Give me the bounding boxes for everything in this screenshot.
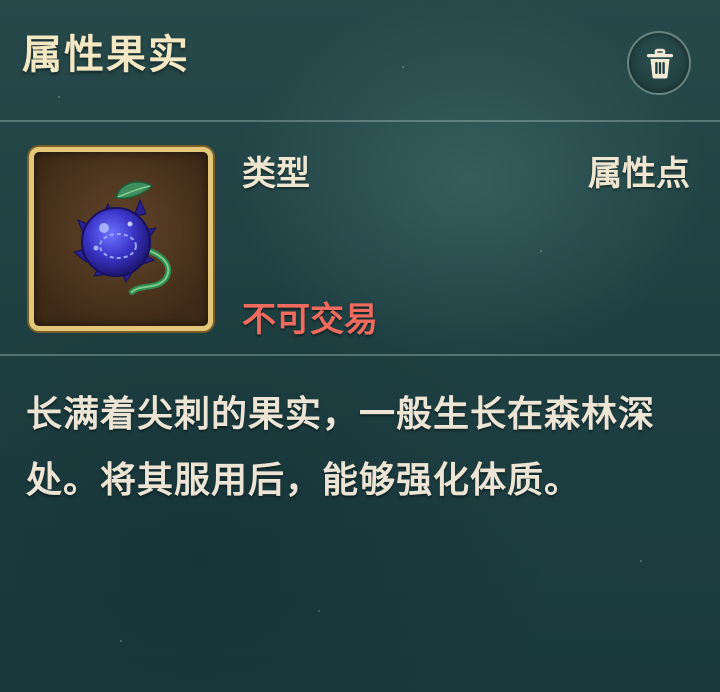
header-divider: [0, 120, 720, 122]
background-speck: [318, 610, 320, 612]
panel-header: 属性果实: [0, 0, 720, 120]
item-type-value: 属性点: [588, 154, 690, 194]
trash-icon: [647, 48, 673, 79]
item-type-label: 类型: [242, 154, 310, 194]
background-speck: [540, 250, 542, 252]
info-divider: [0, 354, 720, 356]
item-icon-slot: [29, 147, 213, 331]
background-speck: [120, 640, 122, 642]
item-info-panel: 属性果实 类型 属性点 不可交易 长满着尖刺的果实，一般生长在森林深处。将其服用…: [0, 0, 720, 692]
spiked-berry-icon: [72, 181, 172, 295]
background-speck: [640, 560, 642, 562]
discard-item-button[interactable]: [627, 31, 691, 95]
item-description: 长满着尖刺的果实，一般生长在森林深处。将其服用后，能够强化体质。: [26, 394, 656, 501]
item-name-title: 属性果实: [22, 32, 190, 78]
trade-status-badge: 不可交易: [242, 300, 378, 340]
